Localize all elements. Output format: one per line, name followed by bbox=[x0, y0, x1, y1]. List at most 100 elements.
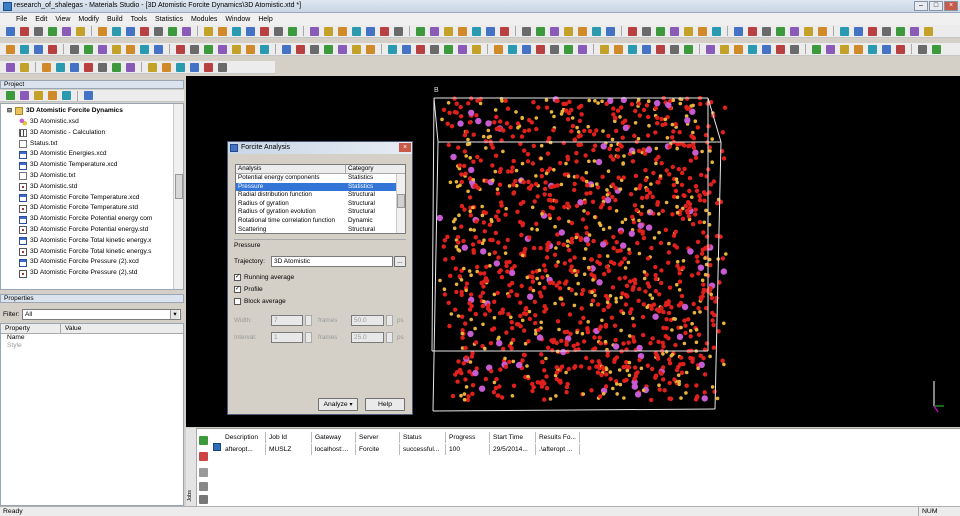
toolbar-tool-icon[interactable] bbox=[720, 44, 729, 54]
toolbar-tool-icon[interactable] bbox=[416, 26, 425, 36]
toolbar-tool-icon[interactable] bbox=[804, 26, 813, 36]
analysis-row[interactable]: Scattering Structural bbox=[236, 226, 405, 233]
toolbar-tool-icon[interactable] bbox=[868, 26, 877, 36]
toolbar-tool-icon[interactable] bbox=[536, 26, 545, 36]
toolbar-tool-icon[interactable] bbox=[218, 62, 227, 72]
analysis-row[interactable]: Radius of gyration evolution Structural bbox=[236, 208, 405, 217]
close-button[interactable]: × bbox=[944, 1, 958, 11]
toolbar-tool-icon[interactable] bbox=[748, 26, 757, 36]
toolbar-tool-icon[interactable] bbox=[628, 44, 637, 54]
jobs-col-header[interactable]: Job Id bbox=[266, 432, 312, 443]
project-item[interactable]: 3D Atomistic Forcite Pressure (2).xcd bbox=[19, 257, 139, 268]
toolbar-tool-icon[interactable] bbox=[508, 44, 517, 54]
scroll-thumb[interactable] bbox=[175, 174, 183, 199]
minimize-button[interactable]: – bbox=[914, 1, 928, 11]
toolbar-tool-icon[interactable] bbox=[606, 26, 615, 36]
analysis-row[interactable]: Radius of gyration Structural bbox=[236, 200, 405, 209]
running-average-checkbox[interactable]: ✓ Running average bbox=[234, 274, 294, 281]
toolbar-tool-icon[interactable] bbox=[762, 26, 771, 36]
profile-checkbox[interactable]: ✓ Profile bbox=[234, 286, 263, 293]
toolbar-tool-icon[interactable] bbox=[168, 26, 177, 36]
toolbar-tool-icon[interactable] bbox=[204, 26, 213, 36]
toolbar-tool-icon[interactable] bbox=[472, 44, 481, 54]
toolbar-tool-icon[interactable] bbox=[76, 26, 85, 36]
toolbar-tool-icon[interactable] bbox=[154, 26, 163, 36]
toolbar-tool-icon[interactable] bbox=[296, 44, 305, 54]
toolbar-tool-icon[interactable] bbox=[642, 44, 651, 54]
project-scrollbar[interactable] bbox=[173, 104, 183, 289]
toolbar-tool-icon[interactable] bbox=[42, 62, 51, 72]
menu-build[interactable]: Build bbox=[107, 16, 123, 23]
toolbar-tool-icon[interactable] bbox=[564, 44, 573, 54]
toolbar-tool-icon[interactable] bbox=[310, 44, 319, 54]
maximize-button[interactable]: □ bbox=[929, 1, 943, 11]
toolbar-tool-icon[interactable] bbox=[698, 26, 707, 36]
toolbar-tool-icon[interactable] bbox=[536, 44, 545, 54]
toolbar-tool-icon[interactable] bbox=[600, 44, 609, 54]
toolbar-tool-icon[interactable] bbox=[260, 26, 269, 36]
toolbar-tool-icon[interactable] bbox=[98, 62, 107, 72]
toolbar-tool-icon[interactable] bbox=[6, 44, 15, 54]
toolbar-tool-icon[interactable] bbox=[444, 44, 453, 54]
menu-help[interactable]: Help bbox=[258, 16, 272, 23]
block-average-checkbox[interactable]: Block average bbox=[234, 298, 286, 305]
check-icon[interactable]: ✓ bbox=[234, 274, 241, 281]
menu-view[interactable]: View bbox=[55, 16, 70, 23]
toolbar-tool-icon[interactable] bbox=[232, 44, 241, 54]
filter-select[interactable]: All ▾ bbox=[22, 309, 181, 320]
toolbar-tool-icon[interactable] bbox=[20, 62, 29, 72]
toolbar-tool-icon[interactable] bbox=[126, 44, 135, 54]
properties-icon[interactable] bbox=[199, 482, 208, 491]
chevron-down-icon[interactable]: ▾ bbox=[170, 310, 179, 319]
analysis-row[interactable]: Potential energy components Statistics bbox=[236, 174, 405, 183]
toolbar-tool-icon[interactable] bbox=[34, 44, 43, 54]
menu-statistics[interactable]: Statistics bbox=[155, 16, 183, 23]
toolbar-tool-icon[interactable] bbox=[34, 26, 43, 36]
toolbar-tool-icon[interactable] bbox=[70, 44, 79, 54]
toolbar-tool-icon[interactable] bbox=[62, 26, 71, 36]
analysis-row[interactable]: Radial distribution function Structural bbox=[236, 191, 405, 200]
toolbar-tool-icon[interactable] bbox=[896, 26, 905, 36]
list-scroll-thumb[interactable] bbox=[397, 194, 405, 208]
stop-icon[interactable] bbox=[199, 452, 208, 461]
toolbar-tool-icon[interactable] bbox=[140, 26, 149, 36]
toolbar-tool-icon[interactable] bbox=[140, 44, 149, 54]
toolbar-tool-icon[interactable] bbox=[366, 44, 375, 54]
toolbar-tool-icon[interactable] bbox=[670, 26, 679, 36]
interval-spinner[interactable] bbox=[305, 332, 312, 343]
toolbar-tool-icon[interactable] bbox=[48, 26, 57, 36]
project-item[interactable]: Status.txt bbox=[19, 139, 58, 150]
toolbar-tool-icon[interactable] bbox=[112, 26, 121, 36]
analysis-list[interactable]: Analysis Category Potential energy compo… bbox=[235, 164, 406, 234]
project-root[interactable]: ⊟ 3D Atomistic Forcite Dynamics bbox=[7, 106, 123, 117]
menu-modify[interactable]: Modify bbox=[78, 16, 99, 23]
menu-modules[interactable]: Modules bbox=[191, 16, 217, 23]
toolbar-tool-icon[interactable] bbox=[190, 44, 199, 54]
toolbar-tool-icon[interactable] bbox=[776, 26, 785, 36]
toolbar-tool-icon[interactable] bbox=[246, 44, 255, 54]
help-button[interactable]: Help bbox=[365, 398, 405, 411]
toolbar-tool-icon[interactable] bbox=[656, 26, 665, 36]
interval-ps-field[interactable]: 25.0 bbox=[351, 332, 384, 343]
list-scrollbar[interactable] bbox=[396, 174, 405, 233]
toolbar-tool-icon[interactable] bbox=[70, 62, 79, 72]
project-item[interactable]: 3D Atomistic Forcite Pressure (2).std bbox=[19, 268, 137, 279]
toolbar-tool-icon[interactable] bbox=[882, 44, 891, 54]
toolbar-tool-icon[interactable] bbox=[162, 62, 171, 72]
toolbar-tool-icon[interactable] bbox=[176, 44, 185, 54]
toolbar-tool-icon[interactable] bbox=[486, 26, 495, 36]
toolbar-tool-icon[interactable] bbox=[578, 26, 587, 36]
job-row[interactable]: afteropt... MUSLZ localhost:... Forcite succ… bbox=[222, 444, 580, 455]
width-ps-field[interactable]: 50.0 bbox=[351, 315, 384, 326]
toolbar-tool-icon[interactable] bbox=[288, 26, 297, 36]
toolbar-tool-icon[interactable] bbox=[444, 26, 453, 36]
toolbar-tool-icon[interactable] bbox=[126, 26, 135, 36]
toolbar-tool-icon[interactable] bbox=[684, 44, 693, 54]
analysis-row[interactable]: Pressure Statistics bbox=[236, 182, 405, 192]
toolbar-tool-icon[interactable] bbox=[204, 62, 213, 72]
toolbar-tool-icon[interactable] bbox=[896, 44, 905, 54]
refresh-icon[interactable] bbox=[199, 436, 208, 445]
project-item[interactable]: 3D Atomistic Forcite Temperature.xcd bbox=[19, 193, 139, 204]
toolbar-tool-icon[interactable] bbox=[494, 44, 503, 54]
toolbar-tool-icon[interactable] bbox=[628, 26, 637, 36]
